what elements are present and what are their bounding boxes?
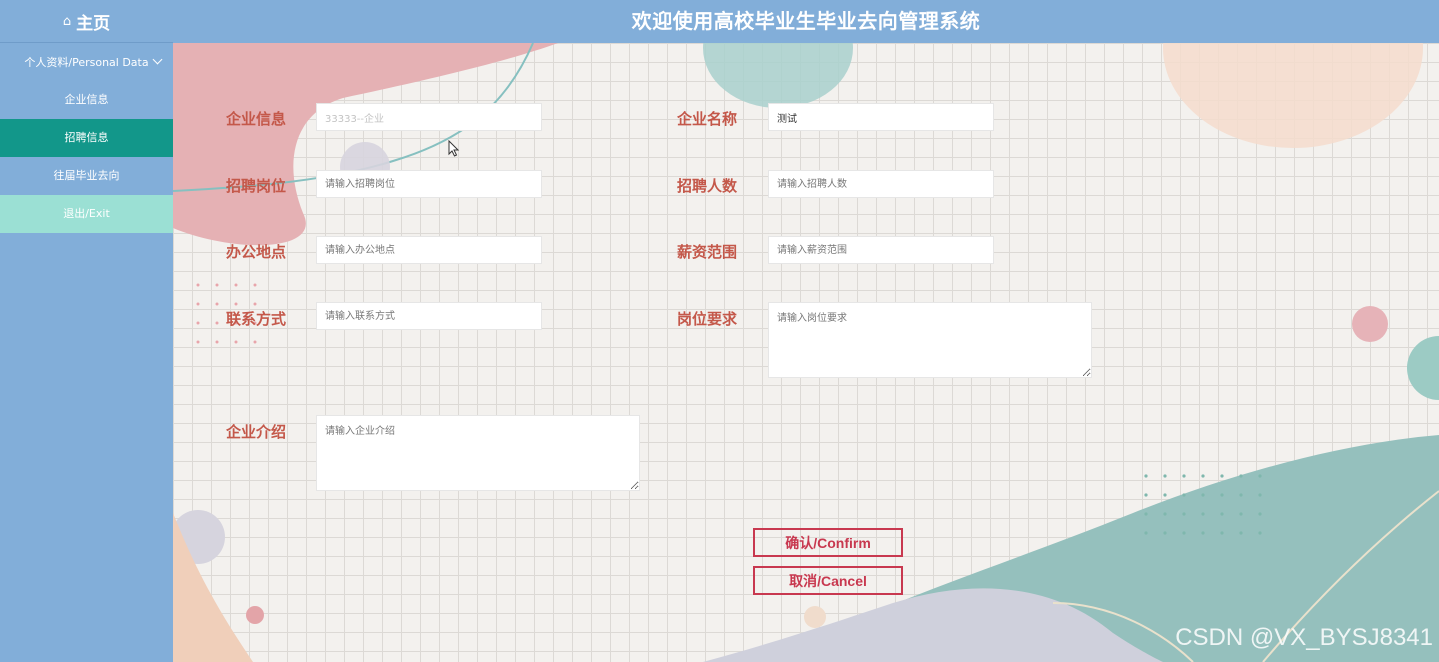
sidebar-item-company-info[interactable]: 企业信息 xyxy=(0,81,173,119)
headcount-field[interactable] xyxy=(768,170,994,198)
requirements-label: 岗位要求 xyxy=(677,310,738,328)
top-header: ⌂ 主页 欢迎使用高校毕业生毕业去向管理系统 xyxy=(0,0,1439,43)
company-info-field[interactable] xyxy=(316,103,542,131)
company-name-label: 企业名称 xyxy=(677,110,738,128)
intro-textarea[interactable] xyxy=(316,415,640,491)
cancel-button[interactable]: 取消/Cancel xyxy=(753,566,903,595)
contact-label: 联系方式 xyxy=(226,310,287,328)
sidebar-group-label: 个人资料/Personal Data xyxy=(24,56,149,69)
sidebar-item-exit[interactable]: 退出/Exit xyxy=(0,195,173,233)
position-field[interactable] xyxy=(316,170,542,198)
mouse-cursor-icon xyxy=(448,140,460,157)
contact-field[interactable] xyxy=(316,302,542,330)
headcount-label: 招聘人数 xyxy=(677,177,738,195)
home-icon: ⌂ xyxy=(62,13,72,29)
location-field[interactable] xyxy=(316,236,542,264)
chevron-down-icon xyxy=(152,54,163,65)
company-name-field[interactable] xyxy=(768,103,994,131)
sidebar-item-recruitment-info[interactable]: 招聘信息 xyxy=(0,119,173,157)
sidebar: 个人资料/Personal Data 企业信息 招聘信息 往届毕业去向 退出/E… xyxy=(0,43,173,662)
home-link[interactable]: ⌂ 主页 xyxy=(0,0,173,43)
sidebar-item-past-destinations[interactable]: 往届毕业去向 xyxy=(0,157,173,195)
position-label: 招聘岗位 xyxy=(226,177,287,195)
sidebar-group-personal-data[interactable]: 个人资料/Personal Data xyxy=(0,43,173,81)
location-label: 办公地点 xyxy=(226,243,287,261)
system-title: 欢迎使用高校毕业生毕业去向管理系统 xyxy=(631,9,981,33)
watermark-text: CSDN @VX_BYSJ8341 xyxy=(1175,624,1433,651)
company-info-label: 企业信息 xyxy=(226,110,287,128)
intro-label: 企业介绍 xyxy=(226,423,287,441)
requirements-textarea[interactable] xyxy=(768,302,1092,378)
home-label: 主页 xyxy=(76,13,111,34)
salary-label: 薪资范围 xyxy=(677,243,738,261)
confirm-button[interactable]: 确认/Confirm xyxy=(753,528,903,557)
salary-field[interactable] xyxy=(768,236,994,264)
